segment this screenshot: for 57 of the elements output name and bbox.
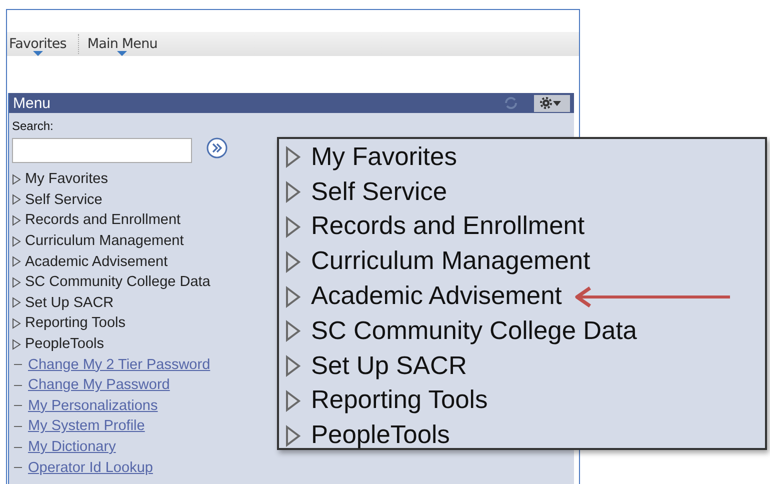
expand-icon[interactable]: [12, 318, 21, 329]
dash-icon: [14, 364, 22, 366]
nav-menu[interactable]: Favorites: [7, 32, 70, 56]
expand-icon: [285, 181, 301, 204]
menu-folder[interactable]: Self Service: [25, 192, 102, 208]
callout-item: PeopleTools: [311, 421, 450, 450]
callout-item: Reporting Tools: [311, 386, 488, 416]
expand-icon[interactable]: [12, 256, 21, 268]
menu-folder[interactable]: Reporting Tools: [25, 315, 126, 332]
expand-icon[interactable]: [12, 194, 21, 206]
expand-icon[interactable]: [12, 174, 21, 185]
expand-icon: [285, 286, 301, 308]
search-field[interactable]: [12, 138, 192, 163]
menu-link[interactable]: My System Profile: [28, 418, 145, 434]
expand-icon: [285, 390, 301, 412]
expand-icon[interactable]: [12, 276, 21, 288]
menu-folder[interactable]: Academic Advisement: [25, 254, 168, 270]
callout-item: Self Service: [311, 178, 448, 207]
menu-link[interactable]: Operator Id Lookup: [28, 460, 153, 476]
callout-item: Set Up SACR: [311, 352, 467, 381]
menu-link[interactable]: Change My 2 Tier Password: [28, 356, 210, 373]
expand-icon[interactable]: [12, 214, 21, 226]
menu-folder[interactable]: PeopleTools: [25, 336, 104, 352]
dash-icon: [14, 446, 22, 448]
nav-menu[interactable]: Main Menu: [85, 32, 162, 56]
caret-icon: [117, 51, 128, 56]
expand-icon[interactable]: [12, 236, 21, 247]
expand-icon: [285, 250, 301, 273]
settings-button[interactable]: [534, 94, 570, 112]
dash-icon: [14, 426, 22, 427]
menu-folder[interactable]: Records and Enrollment: [25, 212, 181, 228]
callout-item: Academic Advisement: [311, 282, 562, 312]
menu-folder[interactable]: My Favorites: [25, 171, 108, 188]
menu-folder[interactable]: Set Up SACR: [25, 294, 114, 311]
expand-icon[interactable]: [12, 338, 21, 350]
callout-item: My Favorites: [311, 142, 457, 172]
expand-icon: [285, 216, 301, 238]
dash-icon: [14, 384, 22, 386]
menu-link[interactable]: My Personalizations: [28, 398, 158, 414]
expand-icon: [285, 424, 301, 447]
menu-title: Menu: [13, 94, 52, 112]
menu-folder[interactable]: Curriculum Management: [25, 233, 184, 250]
expand-icon: [285, 320, 301, 342]
search-label: Search:: [12, 119, 54, 133]
expand-icon: [285, 146, 301, 168]
callout-item: Records and Enrollment: [311, 212, 585, 242]
search-go-icon[interactable]: [206, 136, 228, 158]
menu-link[interactable]: Change My Password: [28, 377, 170, 394]
expand-icon: [285, 355, 301, 378]
dash-icon: [14, 405, 22, 406]
menu-link[interactable]: My Dictionary: [28, 439, 116, 456]
menu-folder[interactable]: SC Community College Data: [25, 274, 210, 290]
callout-item: SC Community College Data: [311, 316, 637, 346]
callout-item: Curriculum Management: [311, 247, 590, 276]
expand-icon[interactable]: [12, 297, 21, 308]
caret-icon: [32, 51, 43, 56]
dash-icon: [14, 467, 22, 468]
